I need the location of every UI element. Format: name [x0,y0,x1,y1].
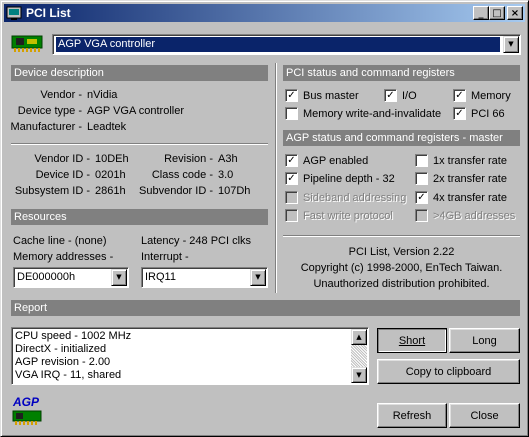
agp-logo: AGP [11,395,45,429]
divider [11,143,268,145]
pipeline-depth-checkbox[interactable]: ✓ [285,172,298,185]
subvendor-id-value: 107Dh [218,185,251,197]
device-select[interactable]: AGP VGA controller ▼ [52,34,521,55]
copy-to-clipboard-button[interactable]: Copy to clipboard [377,359,520,384]
report-listbox[interactable]: CPU speed - 1002 MHz DirectX - initializ… [11,327,369,385]
rate-4x-label: 4x transfer rate [433,192,507,204]
pci66-label: PCI 66 [471,108,505,120]
interrupt-value: IRQ11 [145,271,176,283]
rate-2x-label: 2x transfer rate [433,173,507,185]
subsystem-id-value: 2861h [95,185,126,197]
close-label: Close [470,409,499,422]
copy-to-clipboard-label: Copy to clipboard [405,365,492,378]
revision-label: Revision - [164,153,213,165]
report-header: Report [11,300,520,316]
close-button[interactable]: Close [449,403,520,428]
vendor-id-label: Vendor ID - [34,153,90,165]
memory-write-invalidate-checkbox[interactable] [285,107,298,120]
device-select-value: AGP VGA controller [56,37,500,52]
pci-list-window: PCI List _ □ × AGP VGA controller ▼ Devi… [0,0,529,437]
refresh-button[interactable]: Refresh [377,403,447,428]
report-line: AGP revision - 2.00 [15,356,111,368]
interrupt-label: Interrupt - [141,251,189,263]
memory-addresses-select[interactable]: DE000000h ▼ [13,267,129,288]
manufacturer-label: Manufacturer - [10,121,82,133]
rate-2x-checkbox[interactable] [415,172,428,185]
long-report-button[interactable]: Long [449,328,520,353]
memory-label: Memory [471,90,511,102]
memory-write-invalidate-label: Memory write-and-invalidate [303,108,442,120]
fast-write-label: Fast write protocol [303,210,393,222]
long-report-label: Long [472,334,497,347]
fast-write-checkbox [285,209,298,222]
maximize-button[interactable]: □ [489,6,505,20]
pipeline-depth-label: Pipeline depth - 32 [303,173,395,185]
bus-master-checkbox[interactable]: ✓ [285,89,298,102]
sideband-label: Sideband addressing [303,192,407,204]
gt4gb-label: >4GB addresses [433,210,516,222]
close-window-button[interactable]: × [507,6,523,20]
panel-divider [275,63,277,293]
pci-status-header: PCI status and command registers [283,65,520,81]
agp-status-header: AGP status and command registers - maste… [283,130,520,146]
memory-addresses-label: Memory addresses - [13,251,114,263]
rate-1x-checkbox[interactable] [415,154,428,167]
report-line: CPU speed - 1002 MHz [15,330,132,342]
copyright-text: Copyright (c) 1998-2000, EnTech Taiwan. [300,262,503,274]
refresh-label: Refresh [392,409,432,422]
chevron-down-icon[interactable]: ▼ [250,269,266,286]
report-line: VGA IRQ - 11, shared [15,369,122,381]
memory-addresses-value: DE000000h [17,271,76,283]
gt4gb-checkbox [415,209,428,222]
class-code-value: 3.0 [218,169,234,181]
revision-value: A3h [218,153,238,165]
window-title: PCI List [26,6,71,20]
sideband-checkbox [285,191,298,204]
device-description-header: Device description [11,65,268,81]
report-line: DirectX - initialized [15,343,107,355]
interrupt-select[interactable]: IRQ11 ▼ [141,267,268,288]
vendor-label: Vendor - [40,89,82,101]
short-report-label: Short [398,334,426,347]
resources-header: Resources [11,209,268,225]
subsystem-id-label: Subsystem ID - [14,185,90,197]
device-type-value: AGP VGA controller [87,105,185,117]
scrollbar-track[interactable] [351,345,367,367]
agp-enabled-label: AGP enabled [303,155,369,167]
distribution-text: Unauthorized distribution prohibited. [313,278,490,290]
scroll-down-button[interactable]: ▼ [351,367,367,383]
latency-label: Latency - 248 PCI clks [141,235,252,247]
vendor-id-value: 10DEh [95,153,129,165]
bus-master-label: Bus master [303,90,359,102]
chevron-down-icon[interactable]: ▼ [503,36,519,53]
chevron-down-icon[interactable]: ▼ [111,269,127,286]
divider [283,235,520,237]
agp-enabled-checkbox[interactable]: ✓ [285,154,298,167]
minimize-button[interactable]: _ [473,6,489,20]
rate-1x-label: 1x transfer rate [433,155,507,167]
version-text: PCI List, Version 2.22 [348,246,455,258]
cache-line-label: Cache line - (none) [13,235,107,247]
pci66-checkbox[interactable]: ✓ [453,107,466,120]
vendor-value: nVidia [87,89,118,101]
short-report-button[interactable]: Short [377,328,447,353]
agp-logo-text: AGP [13,395,40,409]
device-type-label: Device type - [17,105,82,117]
io-checkbox[interactable]: ✓ [384,89,397,102]
memory-checkbox[interactable]: ✓ [453,89,466,102]
scroll-up-button[interactable]: ▲ [351,329,367,345]
class-code-label: Class code - [151,169,213,181]
device-id-value: 0201h [95,169,126,181]
manufacturer-value: Leadtek [87,121,127,133]
pci-app-icon [6,6,22,20]
rate-4x-checkbox[interactable]: ✓ [415,191,428,204]
io-label: I/O [402,90,417,102]
device-id-label: Device ID - [35,169,90,181]
pci-card-icon [11,35,43,52]
subvendor-id-label: Subvendor ID - [139,185,213,197]
title-bar[interactable]: PCI List _ □ × [4,4,525,22]
